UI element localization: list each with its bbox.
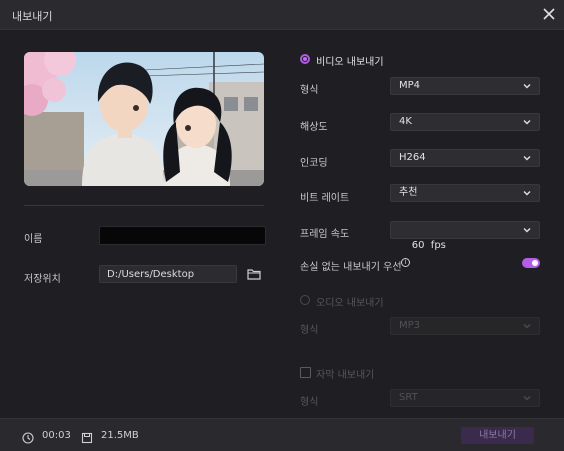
file-size-text: 21.5MB — [101, 430, 139, 441]
close-icon[interactable] — [541, 6, 557, 22]
frame-rate-label: 프레임 속도 — [300, 229, 350, 240]
file-size-icon — [81, 429, 93, 444]
format-label: 형식 — [300, 85, 319, 96]
export-dialog: 내보내기 이름 저장위치 D:/Users/Desktop 비디오 내보내기 형… — [0, 0, 564, 451]
encoding-value: H264 — [399, 152, 426, 163]
chevron-down-icon — [523, 228, 531, 233]
format-select[interactable]: MP4 — [390, 77, 540, 95]
chevron-down-icon — [523, 120, 531, 125]
subtitle-export-checkbox[interactable] — [300, 367, 311, 378]
footer-bar: 00:03 21.5MB 내보내기 — [0, 418, 564, 451]
chevron-down-icon — [523, 84, 531, 89]
format-value: MP4 — [399, 80, 421, 91]
chevron-down-icon — [523, 396, 531, 401]
audio-format-label: 형식 — [300, 325, 319, 336]
audio-format-select[interactable]: MP3 — [390, 317, 540, 335]
duration-text: 00:03 — [42, 430, 71, 441]
chevron-down-icon — [523, 156, 531, 161]
save-path-field[interactable]: D:/Users/Desktop — [99, 265, 237, 283]
encoding-select[interactable]: H264 — [390, 149, 540, 167]
resolution-label: 해상도 — [300, 122, 328, 133]
subtitle-export-title: 자막 내보내기 — [316, 370, 375, 381]
chevron-down-icon — [523, 324, 531, 329]
audio-format-value: MP3 — [399, 320, 421, 331]
clock-icon — [22, 429, 34, 444]
left-divider — [24, 205, 264, 206]
lossless-export-toggle[interactable] — [522, 258, 540, 268]
dialog-title: 내보내기 — [12, 10, 53, 23]
frame-rate-select[interactable]: 60 fps — [390, 221, 540, 251]
encoding-label: 인코딩 — [300, 158, 328, 169]
save-location-label: 저장위치 — [24, 274, 61, 285]
subtitle-format-label: 형식 — [300, 397, 319, 408]
video-export-title: 비디오 내보내기 — [316, 57, 384, 68]
bitrate-value: 추천 — [399, 187, 418, 198]
subtitle-format-select[interactable]: SRT — [390, 389, 540, 407]
bitrate-select[interactable]: 추천 — [390, 184, 540, 202]
name-label: 이름 — [24, 234, 43, 245]
video-export-radio[interactable] — [300, 54, 310, 64]
resolution-select[interactable]: 4K — [390, 113, 540, 131]
title-bar: 내보내기 — [0, 0, 564, 30]
audio-export-title: 오디오 내보내기 — [316, 298, 384, 309]
chevron-down-icon — [523, 191, 531, 196]
audio-export-radio[interactable] — [300, 295, 310, 305]
resolution-value: 4K — [399, 116, 412, 127]
frame-rate-value: 60 fps — [411, 240, 446, 251]
lossless-export-label: 손실 없는 내보내기 우선 — [300, 262, 402, 273]
info-icon[interactable]: i — [401, 258, 410, 267]
folder-icon[interactable] — [246, 266, 262, 282]
export-button[interactable]: 내보내기 — [461, 427, 534, 444]
file-name-input[interactable] — [99, 226, 266, 245]
video-preview-thumbnail — [24, 52, 264, 186]
subtitle-format-value: SRT — [399, 392, 418, 403]
bitrate-label: 비트 레이트 — [300, 193, 350, 204]
